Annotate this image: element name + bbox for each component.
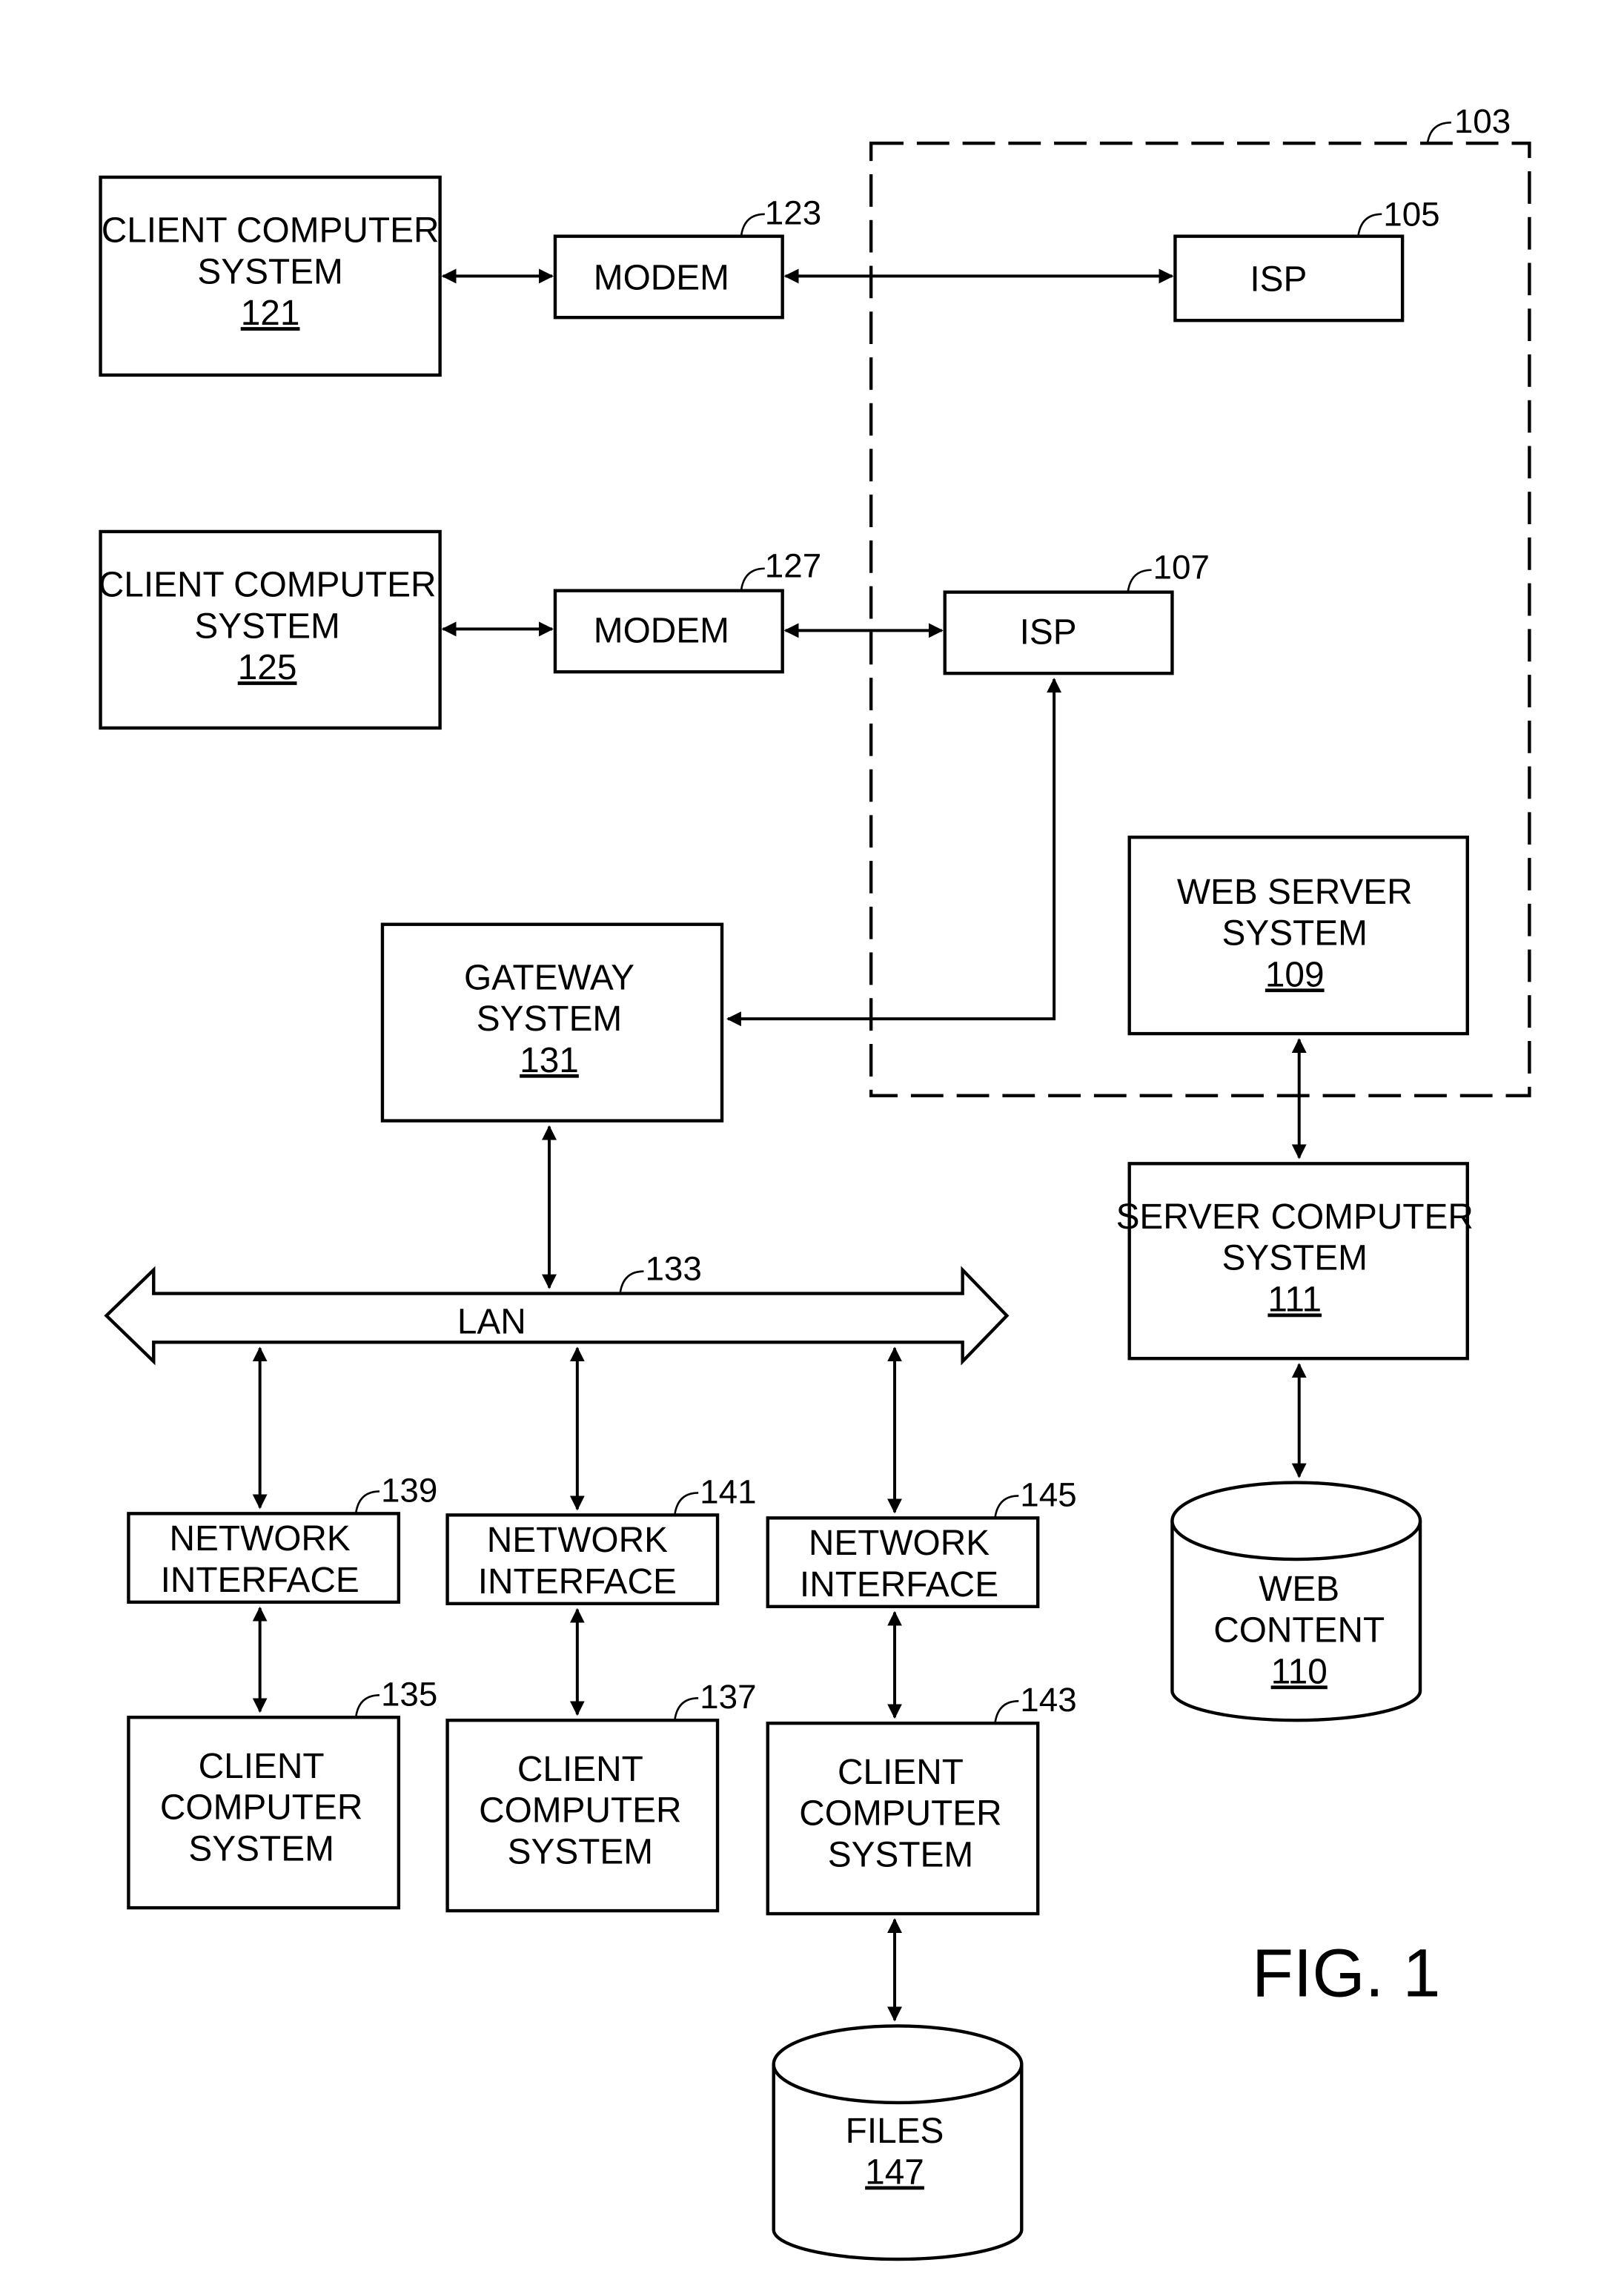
svg-text:CLIENT: CLIENT — [517, 1750, 643, 1789]
svg-text:127: 127 — [765, 547, 821, 585]
web-content-110: WEB CONTENT 110 — [1170, 1481, 1422, 1722]
svg-text:135: 135 — [381, 1675, 437, 1713]
link-isp107-gateway — [726, 678, 1062, 1027]
svg-text:MODEM: MODEM — [594, 258, 729, 297]
svg-text:SYSTEM: SYSTEM — [1222, 1239, 1368, 1278]
svg-text:133: 133 — [645, 1250, 701, 1288]
svg-text:131: 131 — [520, 1041, 579, 1080]
svg-text:NETWORK: NETWORK — [809, 1524, 990, 1563]
svg-text:CLIENT COMPUTER: CLIENT COMPUTER — [99, 566, 437, 605]
client-computer-125: CLIENT COMPUTER SYSTEM 125 — [99, 529, 442, 730]
client-computer-121: CLIENT COMPUTER SYSTEM 121 — [99, 175, 442, 377]
svg-text:SYSTEM: SYSTEM — [828, 1835, 973, 1874]
svg-text:145: 145 — [1020, 1475, 1076, 1513]
svg-text:SYSTEM: SYSTEM — [477, 999, 622, 1039]
svg-text:111: 111 — [1267, 1280, 1322, 1320]
svg-text:WEB: WEB — [1259, 1570, 1339, 1609]
svg-text:FILES: FILES — [846, 2112, 944, 2151]
server-computer-111: SERVER COMPUTER SYSTEM 111 — [1116, 1162, 1474, 1361]
network-interface-139: NETWORK INTERFACE 139 — [127, 1471, 437, 1604]
svg-text:ISP: ISP — [1250, 260, 1307, 299]
svg-text:SERVER COMPUTER: SERVER COMPUTER — [1116, 1197, 1474, 1237]
modem-127: MODEM 127 — [553, 547, 821, 674]
svg-text:SYSTEM: SYSTEM — [508, 1832, 653, 1871]
client-computer-135: CLIENT COMPUTER SYSTEM 135 — [127, 1675, 437, 1910]
svg-text:121: 121 — [241, 294, 300, 333]
svg-text:SYSTEM: SYSTEM — [188, 1829, 334, 1868]
svg-text:110: 110 — [1271, 1652, 1328, 1691]
client-computer-143: CLIENT COMPUTER SYSTEM 143 — [766, 1681, 1077, 1916]
isp-107: ISP 107 — [943, 549, 1210, 675]
svg-text:SYSTEM: SYSTEM — [1222, 914, 1368, 953]
svg-text:SYSTEM: SYSTEM — [194, 606, 339, 646]
network-interface-141: NETWORK INTERFACE 141 — [445, 1473, 757, 1606]
svg-text:LAN: LAN — [457, 1302, 526, 1341]
svg-text:NETWORK: NETWORK — [170, 1519, 351, 1559]
svg-text:NETWORK: NETWORK — [487, 1521, 668, 1560]
files-147: FILES 147 — [772, 2024, 1024, 2261]
svg-text:141: 141 — [700, 1473, 756, 1510]
svg-text:GATEWAY: GATEWAY — [464, 958, 634, 997]
network-interface-145: NETWORK INTERFACE 145 — [766, 1475, 1077, 1609]
svg-text:SYSTEM: SYSTEM — [197, 252, 342, 291]
svg-text:CLIENT: CLIENT — [199, 1747, 325, 1786]
gateway-131: GATEWAY SYSTEM 131 — [380, 922, 724, 1123]
figure-label: FIG. 1 — [1252, 1936, 1441, 2012]
svg-text:INTERFACE: INTERFACE — [161, 1561, 359, 1600]
ref-103: 103 — [1454, 102, 1511, 140]
svg-text:CLIENT: CLIENT — [838, 1753, 964, 1792]
lan-133: LAN 133 — [104, 1250, 1010, 1366]
svg-text:MODEM: MODEM — [594, 611, 729, 650]
svg-text:CLIENT COMPUTER: CLIENT COMPUTER — [102, 211, 440, 251]
svg-text:143: 143 — [1020, 1681, 1076, 1719]
svg-text:INTERFACE: INTERFACE — [800, 1565, 998, 1604]
network-diagram: 103 CLIENT COMPUTER SYSTEM 121 MODEM 123… — [99, 102, 1531, 2261]
svg-text:105: 105 — [1383, 196, 1439, 234]
svg-text:COMPUTER: COMPUTER — [160, 1788, 362, 1828]
svg-text:125: 125 — [238, 648, 297, 687]
svg-text:147: 147 — [865, 2153, 924, 2192]
svg-text:COMPUTER: COMPUTER — [799, 1794, 1001, 1834]
svg-text:139: 139 — [381, 1471, 437, 1509]
svg-text:123: 123 — [765, 194, 821, 232]
svg-text:137: 137 — [700, 1678, 756, 1716]
svg-text:107: 107 — [1153, 549, 1210, 586]
svg-text:ISP: ISP — [1020, 612, 1077, 652]
client-computer-137: CLIENT COMPUTER SYSTEM 137 — [445, 1678, 757, 1913]
svg-text:INTERFACE: INTERFACE — [478, 1562, 677, 1602]
isp-105: ISP 105 — [1173, 196, 1440, 323]
svg-text:109: 109 — [1265, 955, 1325, 994]
web-server-109: WEB SERVER SYSTEM 109 — [1127, 836, 1469, 1036]
modem-123: MODEM 123 — [553, 194, 821, 320]
svg-text:WEB SERVER: WEB SERVER — [1177, 873, 1413, 912]
svg-text:COMPUTER: COMPUTER — [479, 1791, 681, 1831]
svg-text:CONTENT: CONTENT — [1213, 1611, 1385, 1650]
